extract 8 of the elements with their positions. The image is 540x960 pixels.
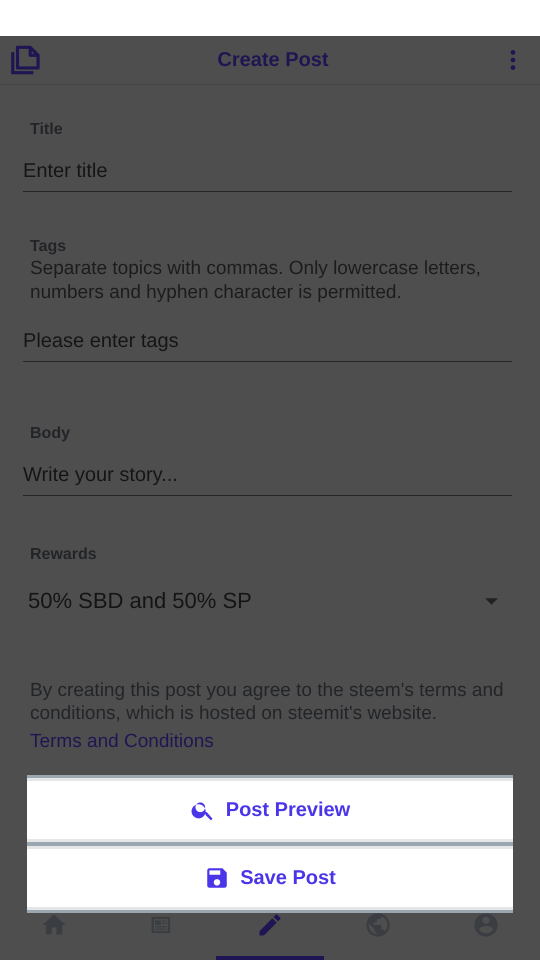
- app-title: Create Post: [217, 48, 329, 72]
- globe-icon[interactable]: [364, 911, 392, 939]
- post-preview-button[interactable]: Post Preview: [27, 778, 513, 842]
- save-post-button[interactable]: Save Post: [27, 846, 513, 910]
- input-field[interactable]: Write your story...: [23, 443, 512, 496]
- input-field[interactable]: Enter title: [23, 139, 512, 192]
- input-field[interactable]: Please enter tags: [23, 309, 512, 362]
- account-icon[interactable]: [472, 911, 500, 939]
